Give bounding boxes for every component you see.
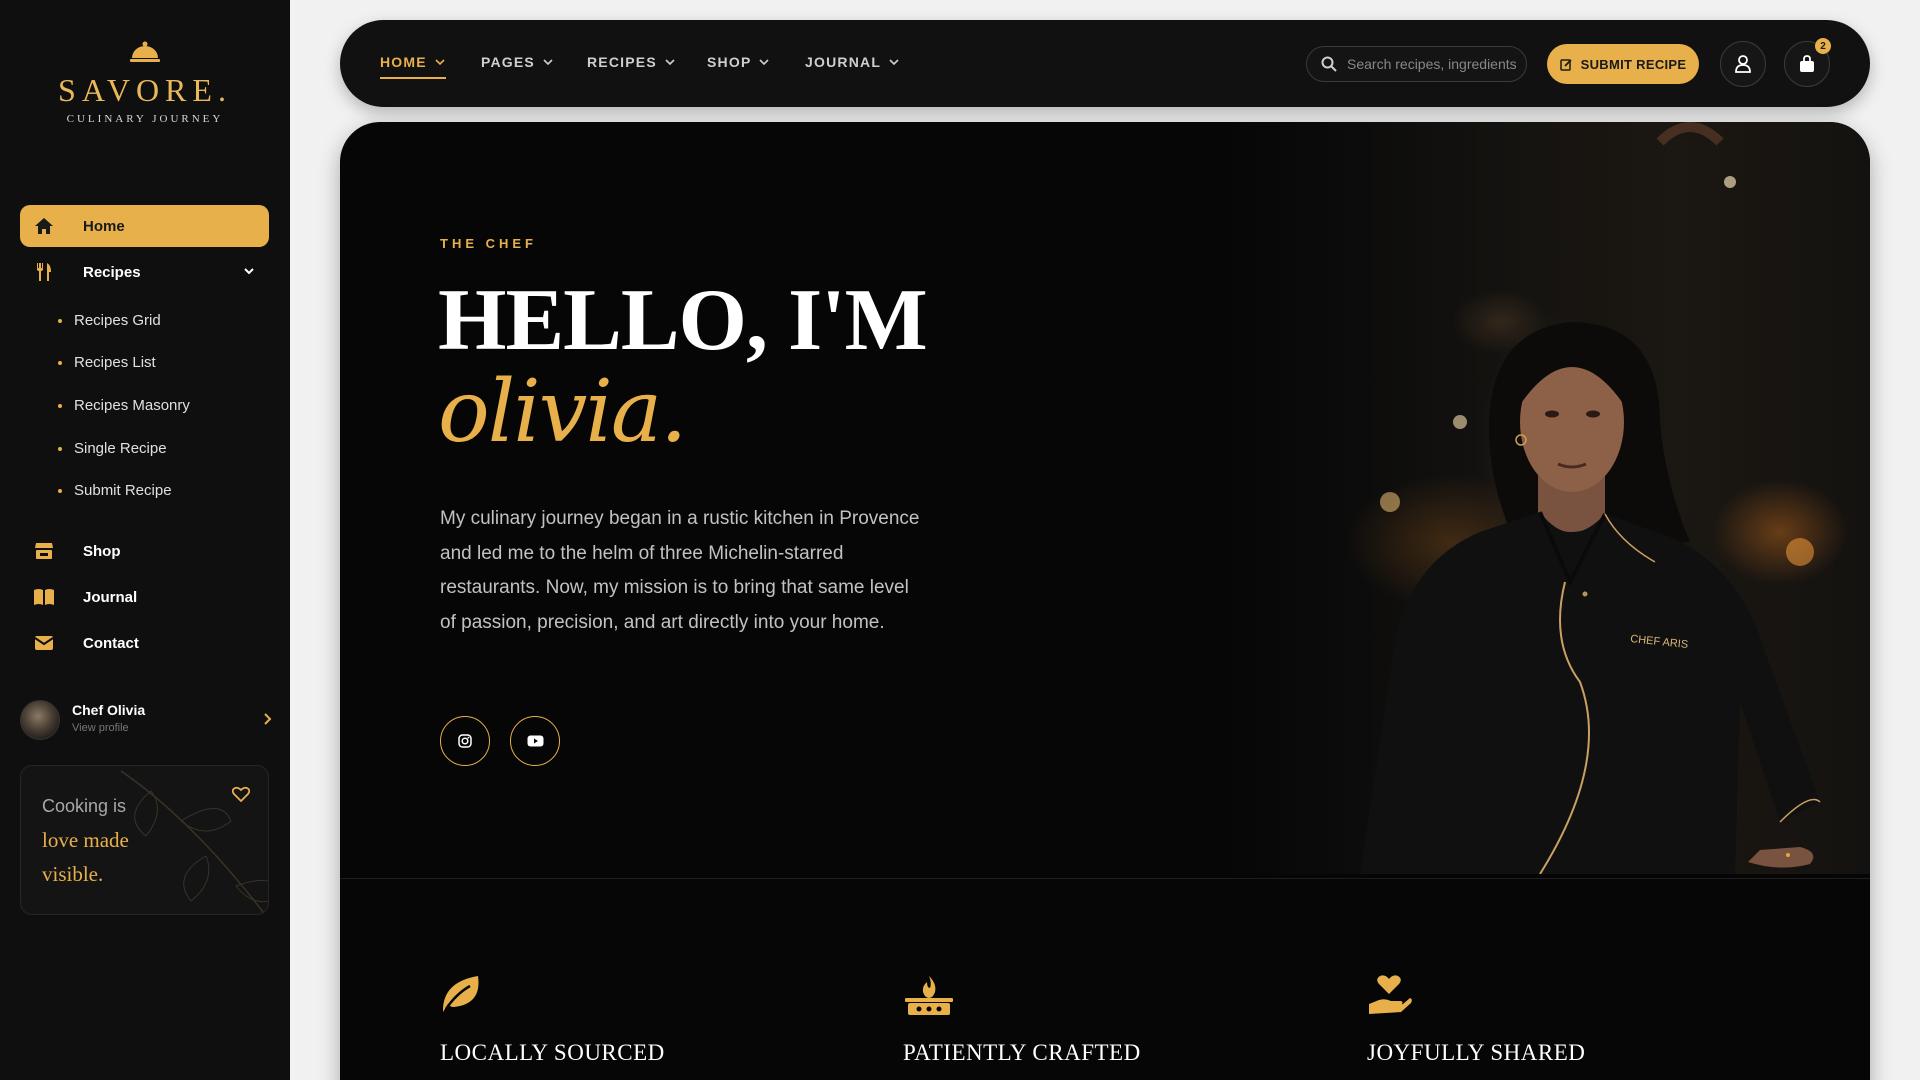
search-input[interactable] — [1347, 56, 1517, 72]
sidebar-subitem-recipes-grid[interactable]: Recipes Grid — [58, 312, 161, 329]
feature-title: PATIENTLY CRAFTED — [903, 1040, 1141, 1065]
profile-subtitle: View profile — [72, 722, 129, 734]
instagram-button[interactable] — [440, 716, 490, 766]
hero-headline: HELLO, I'M — [438, 272, 928, 369]
stove-flame-icon — [905, 976, 953, 1015]
chevron-down-icon — [543, 59, 553, 66]
chevron-down-icon — [889, 59, 899, 66]
heart-icon[interactable] — [232, 786, 250, 802]
leaf-icon — [442, 976, 479, 1012]
sidebar-subitem-single-recipe[interactable]: Single Recipe — [58, 440, 167, 457]
chevron-down-icon — [759, 59, 770, 66]
brand-name: SAVORE. — [58, 72, 232, 108]
profile-link[interactable]: Chef Olivia View profile — [20, 698, 272, 742]
account-button[interactable] — [1720, 41, 1766, 87]
sidebar-subitem-submit-recipe[interactable]: Submit Recipe — [58, 482, 172, 499]
sidebar-item-label: Home — [83, 217, 125, 235]
cart-button[interactable]: 2 — [1784, 38, 1831, 87]
topnav-journal[interactable]: JOURNAL — [805, 54, 899, 70]
feature-locally-sourced: LOCALLY SOURCED — [440, 974, 664, 1065]
sidebar: SAVORE. CULINARY JOURNEY Home Recipes Re… — [0, 0, 290, 1080]
cloche-icon — [130, 41, 160, 62]
topnav-recipes[interactable]: RECIPES — [587, 54, 675, 70]
hero-eyebrow: THE CHEF — [440, 236, 537, 251]
book-open-icon — [30, 588, 58, 606]
youtube-icon — [527, 735, 543, 747]
profile-name: Chef Olivia — [72, 702, 146, 718]
active-underline — [380, 77, 446, 79]
sidebar-item-label: Shop — [83, 542, 121, 560]
chevron-right-icon — [264, 713, 272, 725]
quote-line-2: love made — [42, 828, 129, 852]
topnav-shop[interactable]: SHOP — [707, 54, 770, 70]
quote-line-3: visible. — [42, 862, 104, 886]
hero-name: olivia. — [438, 362, 687, 462]
feature-title: JOYFULLY SHARED — [1367, 1040, 1586, 1065]
quote-card: Cooking is love made visible. — [20, 765, 269, 915]
sidebar-item-journal[interactable]: Journal — [20, 576, 269, 618]
sidebar-item-contact[interactable]: Contact — [20, 622, 269, 664]
edit-icon — [1559, 58, 1572, 71]
avatar — [20, 700, 60, 740]
home-icon — [30, 217, 58, 235]
chef-portrait-illustration: CHEF ARIS — [1360, 122, 1821, 874]
search-box[interactable] — [1306, 46, 1527, 82]
chef-photo: CHEF ARIS — [1220, 122, 1870, 874]
chevron-down-icon — [244, 268, 254, 275]
sidebar-item-label: Recipes — [83, 263, 141, 281]
envelope-icon — [30, 635, 58, 651]
topnav-pages[interactable]: PAGES — [481, 54, 553, 70]
sidebar-item-shop[interactable]: Shop — [20, 530, 269, 572]
hero-section: CHEF ARIS THE CHEF HELLO, I'M olivia. My… — [340, 122, 1870, 1080]
brand-tagline: CULINARY JOURNEY — [66, 113, 224, 125]
search-icon — [1321, 56, 1337, 72]
sidebar-item-label: Journal — [83, 588, 138, 606]
submit-recipe-button[interactable]: SUBMIT RECIPE — [1547, 44, 1699, 84]
youtube-button[interactable] — [510, 716, 560, 766]
feature-joyfully-shared: JOYFULLY SHARED — [1367, 974, 1585, 1065]
brand-logo[interactable]: SAVORE. CULINARY JOURNEY — [0, 40, 290, 125]
user-icon — [1735, 55, 1751, 73]
sidebar-item-label: Contact — [83, 634, 139, 652]
hand-heart-icon — [1369, 975, 1412, 1014]
topnav-home[interactable]: HOME — [380, 54, 445, 70]
utensils-icon — [30, 262, 58, 282]
hero-bio: My culinary journey began in a rustic ki… — [440, 508, 920, 633]
chevron-down-icon — [435, 59, 445, 66]
cart-count-badge: 2 — [1815, 38, 1831, 54]
sidebar-item-recipes[interactable]: Recipes — [20, 251, 269, 293]
chevron-down-icon — [665, 59, 675, 66]
quote-line-1: Cooking is — [42, 796, 127, 816]
feature-patiently-crafted: PATIENTLY CRAFTED — [903, 974, 1140, 1065]
section-divider — [340, 878, 1870, 879]
shopping-bag-icon — [1800, 55, 1814, 72]
feature-title: LOCALLY SOURCED — [440, 1040, 665, 1065]
store-icon — [30, 542, 58, 560]
sidebar-item-home[interactable]: Home — [20, 205, 269, 247]
sidebar-subitem-recipes-list[interactable]: Recipes List — [58, 354, 156, 371]
sidebar-subitem-recipes-masonry[interactable]: Recipes Masonry — [58, 397, 190, 414]
instagram-icon — [458, 734, 472, 748]
top-navbar: HOME PAGES RECIPES SHOP JOURNAL SUBMIT R… — [340, 20, 1870, 107]
